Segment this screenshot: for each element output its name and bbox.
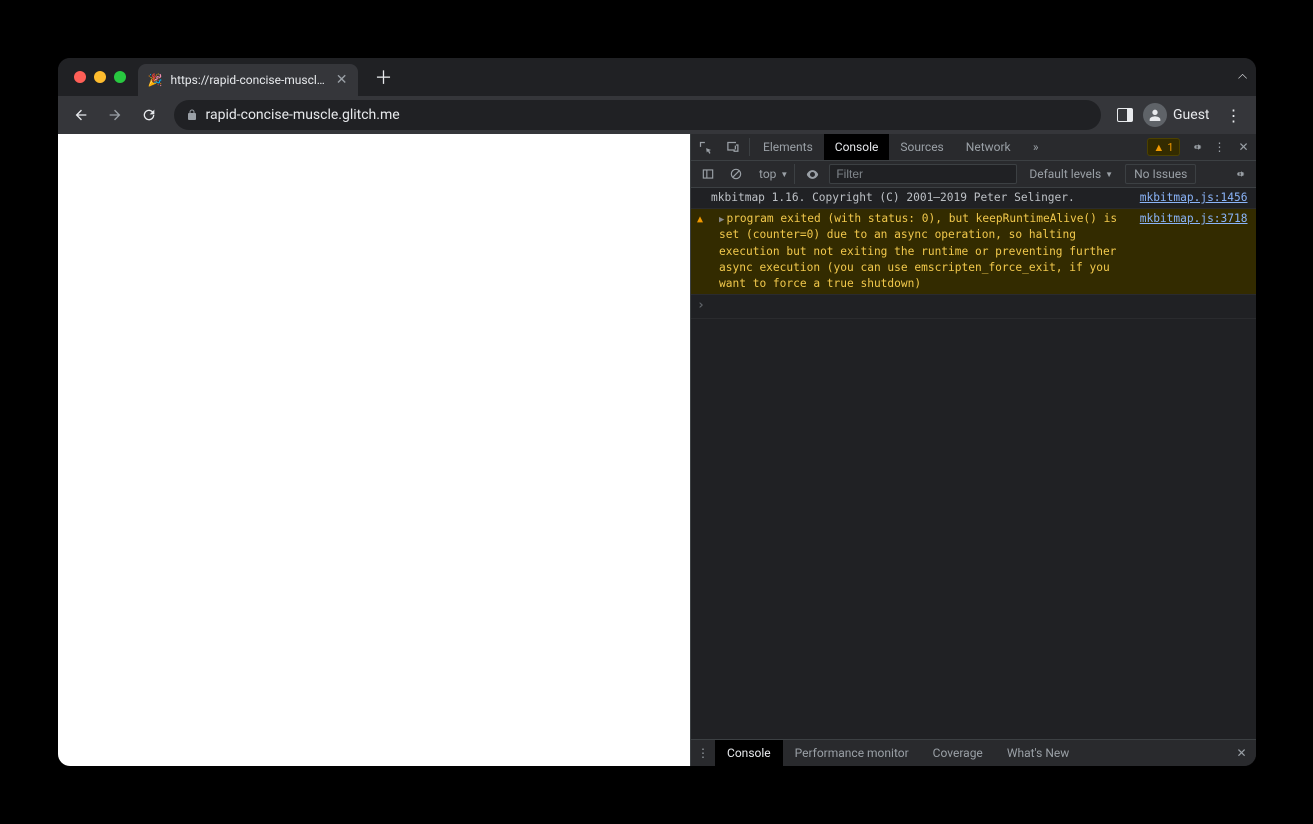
console-toolbar: top ▼ Default levels ▼ No Issues — [691, 161, 1255, 188]
context-selector[interactable]: top ▼ — [753, 164, 795, 184]
warning-count: 1 — [1167, 141, 1173, 154]
rendered-page — [58, 134, 691, 766]
live-expression-icon[interactable] — [801, 167, 823, 182]
console-settings-icon[interactable] — [1228, 167, 1250, 181]
tab-strip: 🎉 https://rapid-concise-muscle.g ✕ ＋ ⌵ — [58, 58, 1256, 96]
devtools-settings-icon[interactable] — [1184, 134, 1208, 160]
address-bar[interactable]: rapid-concise-muscle.glitch.me — [174, 100, 1102, 130]
expand-icon[interactable]: ▶ — [719, 215, 724, 225]
clear-console-icon[interactable] — [725, 167, 747, 181]
window-traffic-lights — [66, 71, 138, 83]
minimize-window-button[interactable] — [94, 71, 106, 83]
favicon-icon: 🎉 — [148, 73, 163, 87]
reload-button[interactable] — [134, 100, 164, 130]
message-source-link[interactable]: mkbitmap.js:1456 — [1140, 190, 1248, 206]
chevron-down-icon: ▼ — [780, 170, 788, 179]
drawer-menu-icon[interactable]: ⋮ — [691, 740, 715, 766]
console-messages: mkbitmap 1.16. Copyright (C) 2001–2019 P… — [691, 188, 1255, 739]
warnings-badge[interactable]: ▲ 1 — [1147, 138, 1179, 156]
devtools-tab-bar: Elements Console Sources Network » ▲ 1 ⋮… — [691, 134, 1255, 161]
new-tab-button[interactable]: ＋ — [370, 63, 398, 91]
drawer-tab-console[interactable]: Console — [715, 740, 783, 766]
message-text: mkbitmap 1.16. Copyright (C) 2001–2019 P… — [711, 190, 1130, 206]
log-levels-selector[interactable]: Default levels ▼ — [1023, 167, 1119, 181]
tab-title: https://rapid-concise-muscle.g — [170, 73, 327, 87]
close-tab-icon[interactable]: ✕ — [336, 73, 348, 87]
back-button[interactable] — [66, 100, 96, 130]
tab-search-icon[interactable]: ⌵ — [1224, 70, 1247, 85]
drawer-close-icon[interactable]: ✕ — [1228, 740, 1256, 766]
tab-sources[interactable]: Sources — [889, 134, 954, 160]
browser-tab[interactable]: 🎉 https://rapid-concise-muscle.g ✕ — [138, 64, 358, 96]
drawer-tab-coverage[interactable]: Coverage — [921, 740, 995, 766]
browser-toolbar: rapid-concise-muscle.glitch.me Guest ⋮ — [58, 96, 1256, 134]
profile-avatar-icon[interactable] — [1143, 103, 1167, 127]
devtools-close-icon[interactable]: ✕ — [1232, 134, 1256, 160]
tab-elements[interactable]: Elements — [752, 134, 824, 160]
issues-button[interactable]: No Issues — [1125, 164, 1196, 184]
tab-console[interactable]: Console — [824, 134, 890, 160]
forward-button[interactable] — [100, 100, 130, 130]
content-area: Elements Console Sources Network » ▲ 1 ⋮… — [58, 134, 1256, 766]
context-label: top — [759, 167, 776, 181]
drawer-tab-performance-monitor[interactable]: Performance monitor — [783, 740, 921, 766]
console-message-warning: ▶program exited (with status: 0), but ke… — [691, 209, 1255, 295]
more-tabs-icon[interactable]: » — [1022, 134, 1050, 160]
zoom-window-button[interactable] — [114, 71, 126, 83]
message-source-link[interactable]: mkbitmap.js:3718 — [1140, 211, 1248, 292]
close-window-button[interactable] — [74, 71, 86, 83]
devtools-panel: Elements Console Sources Network » ▲ 1 ⋮… — [690, 134, 1255, 766]
console-prompt[interactable] — [691, 295, 1255, 319]
browser-window: 🎉 https://rapid-concise-muscle.g ✕ ＋ ⌵ r… — [58, 58, 1256, 766]
issues-label: No Issues — [1134, 167, 1187, 181]
console-message-log: mkbitmap 1.16. Copyright (C) 2001–2019 P… — [691, 188, 1255, 209]
device-toolbar-icon[interactable] — [719, 134, 747, 160]
browser-menu-icon[interactable]: ⋮ — [1220, 106, 1248, 125]
toggle-sidebar-icon[interactable] — [697, 167, 719, 181]
profile-label: Guest — [1173, 107, 1209, 123]
filter-input[interactable] — [829, 164, 1017, 184]
url-text: rapid-concise-muscle.glitch.me — [206, 107, 400, 123]
devtools-menu-icon[interactable]: ⋮ — [1208, 134, 1232, 160]
tab-network[interactable]: Network — [955, 134, 1022, 160]
chevron-down-icon: ▼ — [1105, 170, 1113, 179]
devtools-drawer-tabs: ⋮ Console Performance monitor Coverage W… — [691, 739, 1255, 766]
warning-icon: ▲ — [1153, 141, 1164, 154]
message-text: program exited (with status: 0), but kee… — [719, 212, 1124, 290]
inspect-element-icon[interactable] — [691, 134, 719, 160]
side-panel-icon[interactable] — [1117, 108, 1133, 122]
levels-label: Default levels — [1029, 167, 1101, 181]
drawer-tab-whats-new[interactable]: What's New — [995, 740, 1081, 766]
lock-icon — [186, 109, 198, 121]
